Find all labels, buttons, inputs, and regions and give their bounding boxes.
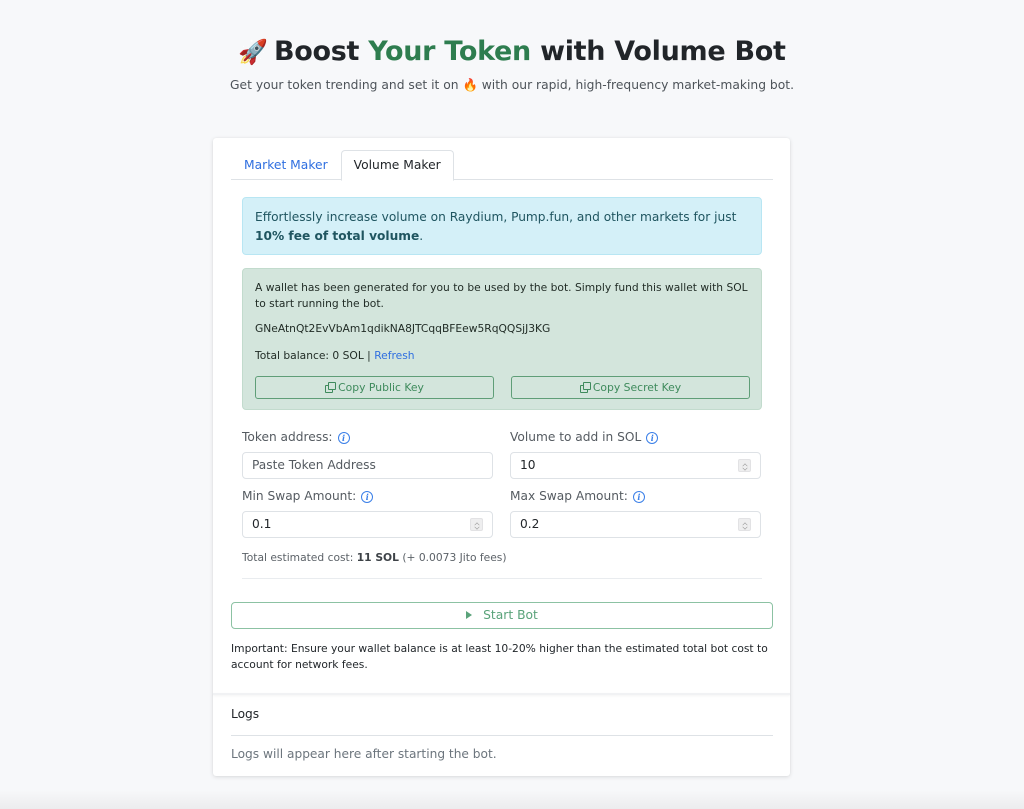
tab-volume-maker[interactable]: Volume Maker [340,150,454,181]
wallet-message: A wallet has been generated for you to b… [255,281,748,310]
divider [231,735,773,736]
copy-icon [325,382,337,393]
page-title: 🚀 Boost Your Token with Volume Bot [238,36,786,67]
hero: 🚀 Boost Your Token with Volume Bot Get yo… [0,32,1024,94]
important-note: Important: Ensure your wallet balance is… [231,642,768,671]
copy-secret-key-button[interactable]: Copy Secret Key [511,376,750,399]
refresh-link[interactable]: Refresh [374,349,414,362]
token-address-input[interactable]: Paste Token Address [242,452,493,479]
number-spinner[interactable] [738,459,751,472]
wallet-balance: Total balance: 0 SOL | Refresh [255,349,415,362]
wallet-public-key: GNeAtnQt2EvVbAm1qdikNA8JTCqqBFEew5RqQQSj… [255,322,551,335]
divider [242,578,762,579]
play-icon [466,611,473,619]
fire-icon: 🔥 [462,78,478,92]
info-icon[interactable]: i [361,491,374,503]
number-spinner[interactable] [470,518,483,531]
page-subtitle: Get your token trending and set it on 🔥 … [230,78,794,92]
info-icon[interactable]: i [646,432,659,444]
volume-field: Volume to add in SOL i 10 [510,428,761,479]
estimated-cost: Total estimated cost: 11 SOL (+ 0.0073 J… [242,551,507,564]
start-bot-button[interactable]: Start Bot [231,602,773,629]
title-accent: Your Token [368,36,531,67]
tab-bar: Market Maker Volume Maker [231,150,773,181]
rocket-icon: 🚀 [238,38,268,66]
info-icon[interactable]: i [337,432,350,444]
volume-input[interactable]: 10 [510,452,761,479]
info-icon[interactable]: i [632,491,645,503]
min-swap-input[interactable]: 0.1 [242,511,493,538]
max-swap-input[interactable]: 0.2 [510,511,761,538]
fee-info-alert: Effortlessly increase volume on Raydium,… [242,197,762,255]
logs-title: Logs [231,707,260,721]
token-address-field: Token address: i Paste Token Address [242,428,493,479]
logs-separator [213,693,790,695]
number-spinner[interactable] [738,518,751,531]
wallet-alert: A wallet has been generated for you to b… [242,268,762,410]
tab-market-maker[interactable]: Market Maker [231,150,341,180]
logs-empty-message: Logs will appear here after starting the… [231,747,497,761]
min-swap-field: Min Swap Amount: i 0.1 [242,487,493,538]
bot-card: Market Maker Volume Maker Effortlessly i… [213,138,790,776]
copy-public-key-button[interactable]: Copy Public Key [255,376,494,399]
max-swap-field: Max Swap Amount: i 0.2 [510,487,761,538]
copy-icon [579,382,591,393]
